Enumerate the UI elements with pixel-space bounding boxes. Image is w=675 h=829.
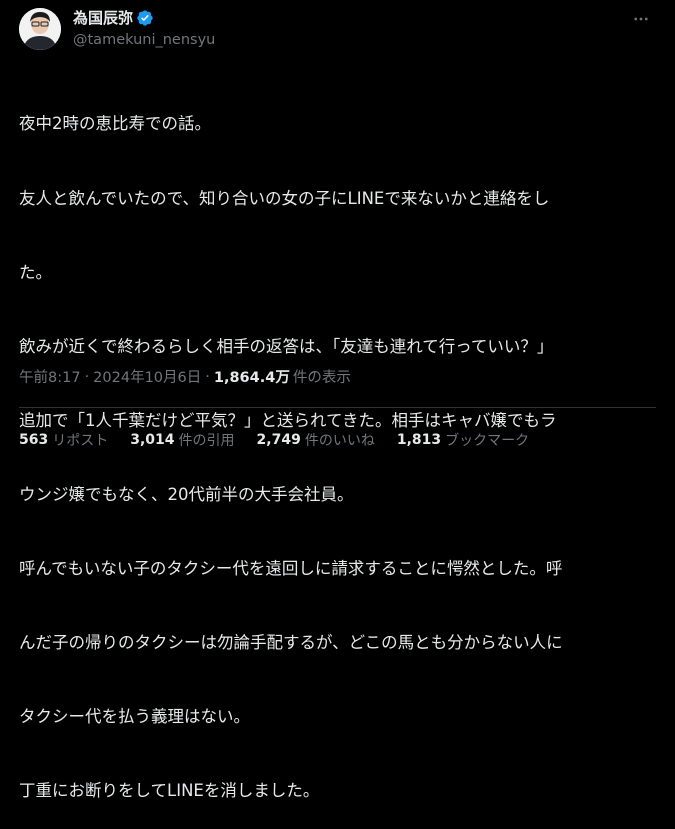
likes-stat[interactable]: 2,749 件のいいね xyxy=(257,430,375,450)
post-date[interactable]: 2024年10月6日 xyxy=(93,366,201,387)
reposts-label: リポスト xyxy=(52,433,109,449)
tweet-header: 為国辰弥 @tamekuni_nensyu xyxy=(19,5,663,53)
tweet-line: 丁重にお断りをしてLINEを消しました。 xyxy=(19,781,320,801)
quotes-count: 3,014 xyxy=(130,432,175,448)
bookmarks-stat[interactable]: 1,813 ブックマーク xyxy=(397,430,529,450)
tweet-line: 飲みが近くで終わるらしく相手の返答は、「友達も連れて行っていい？」 xyxy=(19,336,554,356)
views-count: 1,864.4万 xyxy=(213,370,290,386)
engagement-stats: 563 リポスト 3,014 件の引用 2,749 件のいいね 1,813 ブッ… xyxy=(19,430,551,450)
display-name[interactable]: 為国辰弥 xyxy=(73,8,133,28)
author-handle[interactable]: @tamekuni_nensyu xyxy=(73,30,215,50)
tweet-line: た。 xyxy=(19,262,52,282)
avatar-image xyxy=(19,8,61,50)
quotes-label: 件の引用 xyxy=(178,433,235,449)
divider xyxy=(19,407,656,408)
author-info: 為国辰弥 @tamekuni_nensyu xyxy=(73,7,215,50)
tweet-line: ウンジ嬢でもなく、20代前半の大手会社員。 xyxy=(19,484,354,504)
likes-count: 2,749 xyxy=(256,432,301,448)
views-label: 件の表示 xyxy=(292,370,351,386)
post-time[interactable]: 午前8:17 xyxy=(19,366,81,387)
more-horizontal-icon[interactable] xyxy=(631,9,651,29)
tweet-line: 友人と飲んでいたので、知り合いの女の子にLINEで来ないかと連絡をし xyxy=(19,188,550,208)
tweet-line: 夜中2時の恵比寿での話。 xyxy=(19,114,211,134)
meta-separator: · xyxy=(84,368,90,385)
tweet-line: タクシー代を払う義理はない。 xyxy=(19,707,250,727)
meta-separator: · xyxy=(205,368,210,385)
tweet-meta: 午前8:17 · 2024年10月6日 · 1,864.4万 件の表示 xyxy=(19,366,351,387)
tweet-line: 呼んでもいない子のタクシー代を遠回しに請求することに愕然とした。呼 xyxy=(19,558,563,578)
quotes-stat[interactable]: 3,014 件の引用 xyxy=(130,430,234,450)
bookmarks-label: ブックマーク xyxy=(445,433,530,449)
likes-label: 件のいいね xyxy=(304,433,375,449)
bookmarks-count: 1,813 xyxy=(396,432,442,448)
reposts-stat[interactable]: 563 リポスト xyxy=(19,430,108,450)
avatar[interactable] xyxy=(19,8,61,50)
verified-badge-icon xyxy=(136,9,154,27)
reposts-count: 563 xyxy=(19,432,49,448)
display-name-row: 為国辰弥 xyxy=(73,7,215,29)
tweet-line: んだ子の帰りのタクシーは勿論手配するが、どこの馬とも分からない人に xyxy=(19,633,563,653)
